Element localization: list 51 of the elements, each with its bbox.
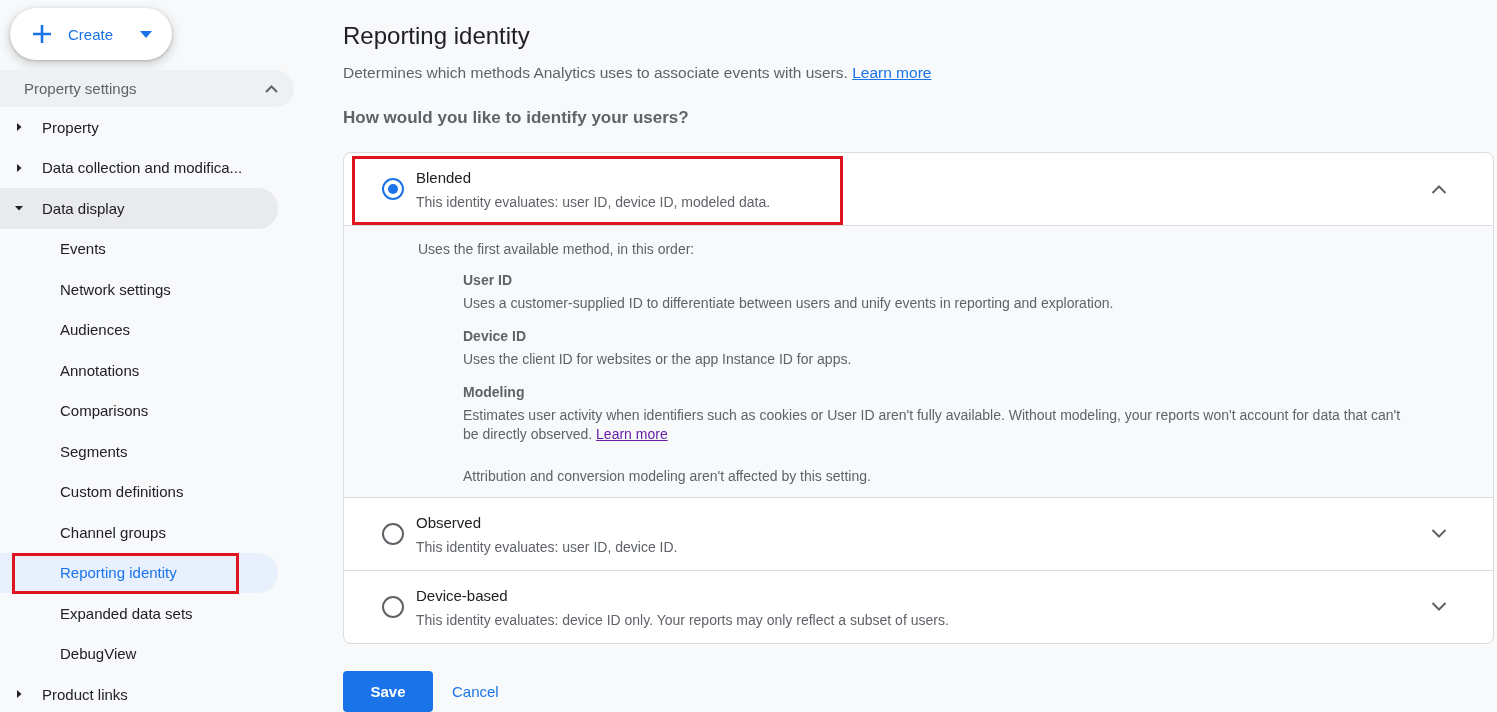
nav-group-item[interactable]: Property [0,107,278,148]
option-label: Device-based [416,586,509,604]
method-description: Estimates user activity when identifiers such as cookies or User ID aren't fully available. Without modeling, your reports won't account for data that can't be directly observed. Learn more [463,406,1402,444]
nav-item[interactable]: Audiences [0,309,278,350]
section-title: Property settings [24,80,137,97]
radio-button[interactable] [382,596,404,618]
plus-icon [31,23,53,45]
caret-right-icon [15,690,23,699]
question-heading: How would you like to identify your users? [343,108,690,128]
nav-item[interactable]: Expanded data sets [0,593,278,634]
option-label: Blended [416,168,473,186]
nav-item[interactable]: Channel groups [0,512,278,553]
chevron-down-icon[interactable] [1431,529,1447,539]
chevron-up-icon[interactable] [1431,184,1447,194]
method-description: Uses the client ID for websites or the app Instance ID for apps. [463,350,853,369]
nav-group-item[interactable]: Data display [0,188,278,229]
radio-button[interactable] [382,523,404,545]
nav-item[interactable]: Annotations [0,350,278,391]
chevron-up-icon [265,84,278,93]
nav-item[interactable]: Segments [0,431,278,472]
nav-group-item[interactable]: Product links [0,674,278,712]
section-header[interactable]: Property settings [0,70,294,107]
create-button[interactable]: Create [10,8,172,60]
option-label: Observed [416,513,483,531]
learn-more-link[interactable]: Learn more [596,426,668,442]
method-heading: Device ID [463,328,528,344]
option-description: This identity evaluates: device ID only. Your reports may only reflect a subset of users. [416,611,949,628]
cancel-button[interactable]: Cancel [452,683,499,700]
nav-group-item[interactable]: Data collection and modifica... [0,147,278,188]
nav-item[interactable]: Comparisons [0,390,278,431]
dropdown-caret-icon [140,30,152,38]
caret-right-icon [15,163,23,172]
option-description: This identity evaluates: user ID, device ID. [416,538,678,555]
method-description: Uses a customer-supplied ID to differentiate between users and unify events in reporting and exploration. [463,294,1115,313]
page-description: Determines which methods Analytics uses to associate events with users. Learn more [343,64,933,82]
chevron-down-icon[interactable] [1431,602,1447,612]
learn-more-link[interactable]: Learn more [852,64,932,81]
details-intro: Uses the first available method, in this order: [418,241,696,257]
nav-item[interactable]: Events [0,228,278,269]
method-heading: User ID [463,272,514,288]
details-note: Attribution and conversion modeling aren't affected by this setting. [463,468,872,484]
nav-item[interactable]: DebugView [0,633,278,674]
nav-item[interactable]: Custom definitions [0,471,278,512]
page-title: Reporting identity [343,22,531,50]
save-button[interactable]: Save [343,671,433,712]
caret-down-icon [15,204,23,213]
option-description: This identity evaluates: user ID, device ID, modeled data. [416,193,771,210]
nav-item[interactable]: Network settings [0,269,278,310]
radio-button[interactable] [382,178,404,200]
method-heading: Modeling [463,384,526,400]
caret-right-icon [15,123,23,132]
